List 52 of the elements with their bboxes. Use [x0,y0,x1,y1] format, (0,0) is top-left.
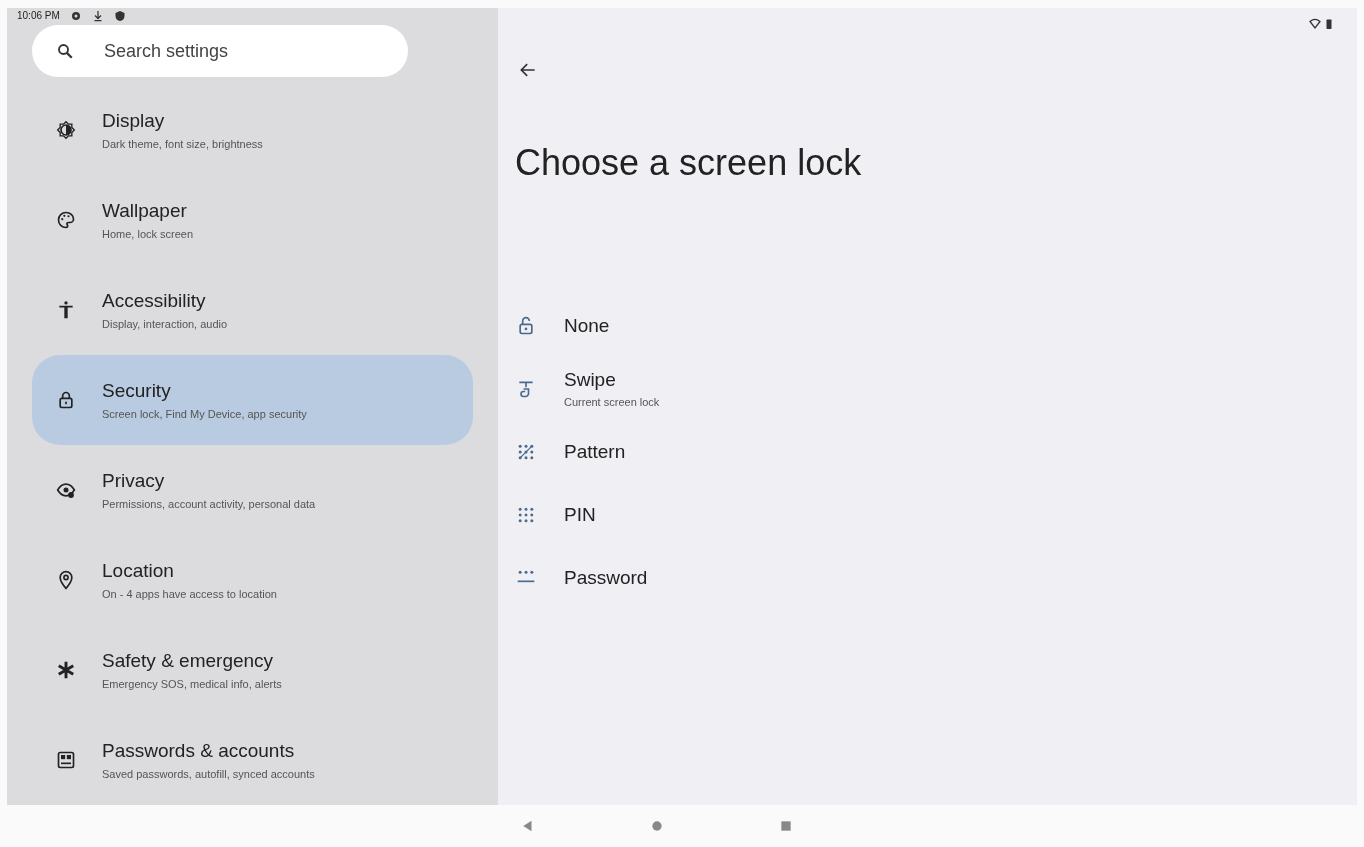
lock-option[interactable]: PIN [498,483,1357,546]
item-subtitle: Screen lock, Find My Device, app security [102,408,307,420]
search-field[interactable]: Search settings [32,25,408,77]
palette-icon [56,210,76,230]
item-title: Safety & emergency [102,650,275,672]
settings-item[interactable]: Wallpaper Home, lock screen [32,175,473,265]
option-label: Password [564,566,648,589]
lock-option[interactable]: Password [498,546,1357,609]
status-time: 10:06 PM [17,10,60,21]
display-icon [56,120,76,140]
lock-icon [56,390,76,410]
lock-option[interactable]: Pattern [498,420,1357,483]
option-label: Swipe [564,369,617,391]
item-subtitle: Saved passwords, autofill, synced accounts [102,768,315,780]
asterisk-icon [56,660,76,680]
item-subtitle: Dark theme, font size, brightness [102,138,263,150]
recents-icon[interactable] [779,819,793,833]
page-title: Choose a screen lock [515,142,863,184]
item-title: Wallpaper [102,200,188,222]
settings-item[interactable]: Safety & emergency Emergency SOS, medical info, alerts [32,625,473,715]
item-title: Security [102,380,172,402]
option-label: None [564,314,610,337]
settings-item[interactable]: Privacy Permissions, account activity, personal data [32,445,473,535]
search-icon [56,42,74,60]
wifi-icon [1309,18,1321,30]
lock-option[interactable]: Swipe Current screen lock [498,357,1357,420]
item-subtitle: Emergency SOS, medical info, alerts [102,678,282,690]
item-title: Display [102,110,166,132]
settings-item[interactable]: Security Screen lock, Find My Device, app security [32,355,473,445]
settings-item[interactable]: Display Dark theme, font size, brightness [32,85,473,175]
item-title: Accessibility [102,290,207,312]
settings-item[interactable]: Passwords & accounts Saved passwords, autofill, synced accounts [32,715,473,805]
eye-icon [56,480,76,500]
shield-icon [113,9,126,22]
item-title: Location [102,560,175,582]
unlock-icon [516,315,536,336]
item-subtitle: Permissions, account activity, personal data [102,498,316,510]
lock-option[interactable]: None [498,294,1357,357]
option-label: PIN [564,503,596,526]
card-icon [56,750,76,770]
option-label: Pattern [564,440,626,463]
home-icon[interactable] [650,819,664,833]
item-title: Passwords & accounts [102,740,296,762]
item-subtitle: Display, interaction, audio [102,318,228,330]
item-subtitle: On - 4 apps have access to location [102,588,277,600]
option-subtitle: Current screen lock [564,396,660,408]
item-subtitle: Home, lock screen [102,228,194,240]
person-icon [56,300,76,320]
back-icon[interactable] [521,819,535,833]
item-title: Privacy [102,470,166,492]
settings-item[interactable]: Location On - 4 apps have access to location [32,535,473,625]
settings-item[interactable]: Accessibility Display, interaction, audio [32,265,473,355]
